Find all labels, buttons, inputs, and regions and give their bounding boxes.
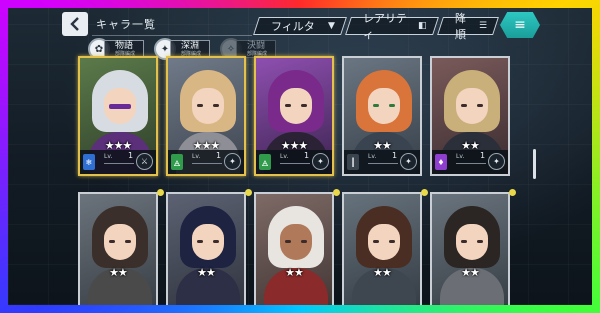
- menu-icon: ≡: [514, 17, 526, 33]
- rarity-label: レアリティ: [363, 12, 407, 41]
- role-icon: ✦: [224, 153, 241, 170]
- back-button[interactable]: [62, 12, 88, 36]
- character-card[interactable]: ★★: [78, 192, 158, 305]
- role-icon: ✦: [400, 153, 417, 170]
- level-value: 1: [392, 151, 398, 160]
- rarity-stars: ★★: [285, 266, 304, 279]
- level-bar: [368, 163, 398, 164]
- character-card[interactable]: ★★★ 🜁 Lv. 1 ✦: [166, 56, 246, 176]
- rarity-button[interactable]: レアリティ ◧: [345, 12, 439, 41]
- ice-attribute-icon: ❄: [83, 154, 95, 170]
- tab-story-name: 物語: [115, 40, 134, 51]
- character-portrait: [256, 194, 332, 305]
- notification-dot: [509, 189, 516, 196]
- card-info-bar: 🜁 Lv. 1 ✦: [256, 150, 332, 174]
- character-portrait: [432, 194, 508, 305]
- level-value: 1: [304, 151, 310, 160]
- level-bar: [192, 163, 222, 164]
- character-card[interactable]: ★★: [430, 192, 510, 305]
- character-card[interactable]: ★★★ 🜁 Lv. 1 ✦: [254, 56, 334, 176]
- header-bar: キャラ一覧 フィルタ ▼ レアリティ ◧ 降順 ☰ ≡: [8, 8, 592, 42]
- level-bar: [280, 163, 310, 164]
- filter-icon: ▼: [328, 21, 335, 31]
- wind-attribute-icon: 🜁: [171, 154, 183, 170]
- neutral-attribute-icon: ┃: [347, 154, 359, 170]
- rarity-stars: ★★: [461, 266, 480, 279]
- role-icon: ⚔: [136, 153, 153, 170]
- level-bar: [456, 163, 486, 164]
- title-underline: [92, 35, 252, 36]
- character-portrait: [80, 194, 156, 305]
- tab-duel-name: 決闘: [247, 40, 266, 51]
- chevron-left-icon: [70, 17, 79, 31]
- level-label: Lv.: [456, 153, 465, 160]
- character-card[interactable]: ★★ ┃ Lv. 1 ✦: [342, 56, 422, 176]
- sort-icon: ☰: [478, 21, 487, 31]
- level-label: Lv.: [104, 153, 113, 160]
- character-card[interactable]: ★★: [342, 192, 422, 305]
- dark-attribute-icon: ♦: [435, 154, 447, 170]
- page-title: キャラ一覧: [96, 18, 156, 31]
- character-portrait: [344, 194, 420, 305]
- game-screen: キャラ一覧 フィルタ ▼ レアリティ ◧ 降順 ☰ ≡ ✿ 物語 部隊編成 ✦ …: [8, 8, 592, 305]
- character-card[interactable]: ★★: [254, 192, 334, 305]
- level-bar: [104, 163, 134, 164]
- notification-dot: [157, 189, 164, 196]
- level-value: 1: [216, 151, 222, 160]
- character-card[interactable]: ★★: [166, 192, 246, 305]
- character-card[interactable]: ★★ ♦ Lv. 1 ✦: [430, 56, 510, 176]
- sort-button[interactable]: 降順 ☰: [437, 12, 499, 41]
- level-label: Lv.: [192, 153, 201, 160]
- filter-button[interactable]: フィルタ ▼: [253, 17, 347, 35]
- rarity-stars: ★★: [109, 266, 128, 279]
- role-icon: ✦: [488, 153, 505, 170]
- card-info-bar: ┃ Lv. 1 ✦: [344, 150, 420, 174]
- card-info-bar: ❄ Lv. 1 ⚔: [80, 150, 156, 174]
- notification-dot: [421, 189, 428, 196]
- notification-dot: [333, 189, 340, 196]
- notification-dot: [245, 189, 252, 196]
- level-value: 1: [480, 151, 486, 160]
- list-scrollbar[interactable]: [533, 149, 536, 179]
- level-label: Lv.: [280, 153, 289, 160]
- rarity-stars: ★★: [373, 266, 392, 279]
- level-label: Lv.: [368, 153, 377, 160]
- level-value: 1: [128, 151, 134, 160]
- rarity-stars: ★★: [197, 266, 216, 279]
- card-info-bar: ♦ Lv. 1 ✦: [432, 150, 508, 174]
- card-info-bar: 🜁 Lv. 1 ✦: [168, 150, 244, 174]
- sort-label: 降順: [455, 12, 466, 41]
- role-icon: ✦: [312, 153, 329, 170]
- character-grid: ★★★ ❄ Lv. 1 ⚔ ★★★ 🜁 Lv. 1 ✦ ★★★ 🜁 Lv. 1 …: [78, 56, 518, 305]
- character-card[interactable]: ★★★ ❄ Lv. 1 ⚔: [78, 56, 158, 176]
- filter-label: フィルタ: [271, 20, 315, 33]
- tab-abyss-name: 深淵: [181, 40, 200, 51]
- rarity-icon: ◧: [418, 21, 427, 31]
- character-portrait: [168, 194, 244, 305]
- menu-button[interactable]: ≡: [500, 12, 540, 38]
- wind-attribute-icon: 🜁: [259, 154, 271, 170]
